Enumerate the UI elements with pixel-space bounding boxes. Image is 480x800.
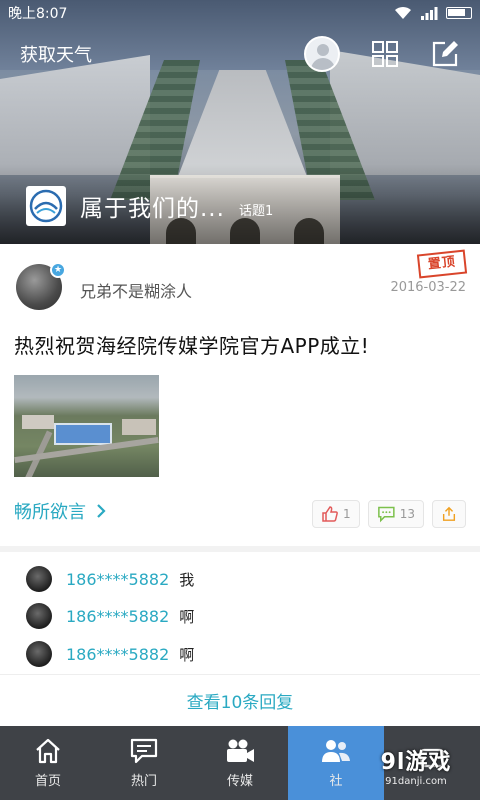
author-avatar[interactable]: ★ [16,262,66,310]
chat-icon [130,738,158,763]
weather-link[interactable]: 获取天气 [20,41,92,67]
grid-menu-button[interactable] [370,39,400,69]
post-title[interactable]: 热烈祝贺海经院传媒学院官方APP成立! [14,330,369,359]
reply-item[interactable]: 186****5882 啊 [26,603,194,629]
reply-avatar[interactable] [26,641,52,667]
pinned-badge: 置顶 [416,249,468,279]
author-name[interactable]: 兄弟不是糊涂人 [80,278,192,302]
tab-label: 传媒 [226,773,253,789]
reply-avatar[interactable] [26,566,52,592]
reply-username[interactable]: 186****5882 [66,645,169,664]
reply-item[interactable]: 186****5882 我 [26,566,194,592]
tab-label: 首页 [34,773,61,789]
circle-link-label: 畅所欲言 [14,502,86,523]
circle-logo [26,186,66,226]
view-more-replies-button[interactable]: 查看10条回复 [0,674,480,726]
circle-link[interactable]: 畅所欲言 [14,498,106,524]
reply-text: 啊 [179,645,195,664]
video-camera-icon [227,739,254,762]
comment-icon [378,506,395,523]
status-time: 晚上8:07 [8,6,68,22]
post-actions: 1 13 [312,500,466,528]
post-card[interactable]: ★ 兄弟不是糊涂人 置顶 2016-03-22 热烈祝贺海经院传媒学院官方APP… [0,244,480,546]
tab-label: 热门 [130,773,157,789]
reply-item[interactable]: 186****5882 啊 [26,641,194,667]
reply-avatar[interactable] [26,603,52,629]
tab-hot[interactable]: 热门 [96,726,192,800]
tab-label: 社 [329,773,343,789]
top-bar: 获取天气 [0,30,480,78]
site-watermark: 9l游戏 91danji.com [366,744,466,790]
chevron-right-icon [97,504,106,518]
comment-count: 13 [399,507,415,521]
share-button[interactable] [432,500,466,528]
edit-icon [432,41,458,67]
post-image[interactable] [14,375,159,477]
watermark-main: 9l游戏 [380,750,452,775]
circle-info[interactable]: 属于我们的... 话题1 [26,186,273,226]
topic-count: 话题1 [238,203,274,219]
battery-icon [446,7,472,19]
tab-media[interactable]: 传媒 [192,726,288,800]
reply-username[interactable]: 186****5882 [66,607,169,626]
school-logo-icon [29,189,63,223]
watermark-sub: 91danji.com [385,776,447,787]
share-icon [442,506,456,521]
comment-button[interactable]: 13 [368,500,424,528]
reply-username[interactable]: 186****5882 [66,570,169,589]
reply-list: 186****5882 我 186****5882 啊 186****5882 … [0,552,480,726]
like-button[interactable]: 1 [312,500,360,528]
thumbs-up-icon [322,506,338,522]
tab-home[interactable]: 首页 [0,726,96,800]
header-banner: 晚上8:07 获取天气 属于我们的... 话题1 [0,0,480,244]
like-count: 1 [343,507,351,521]
reply-text: 啊 [179,607,195,626]
post-date: 2016-03-22 [390,280,466,295]
signal-icon [421,7,438,20]
community-icon [322,739,350,762]
home-icon [36,738,60,763]
reply-text: 我 [179,570,195,589]
wifi-icon [395,6,411,19]
grid-icon [372,41,398,67]
circle-name: 属于我们的... [80,196,225,222]
user-avatar-button[interactable] [304,36,340,72]
compose-button[interactable] [430,39,460,69]
status-bar: 晚上8:07 [0,0,480,26]
verified-star-icon: ★ [50,262,66,278]
